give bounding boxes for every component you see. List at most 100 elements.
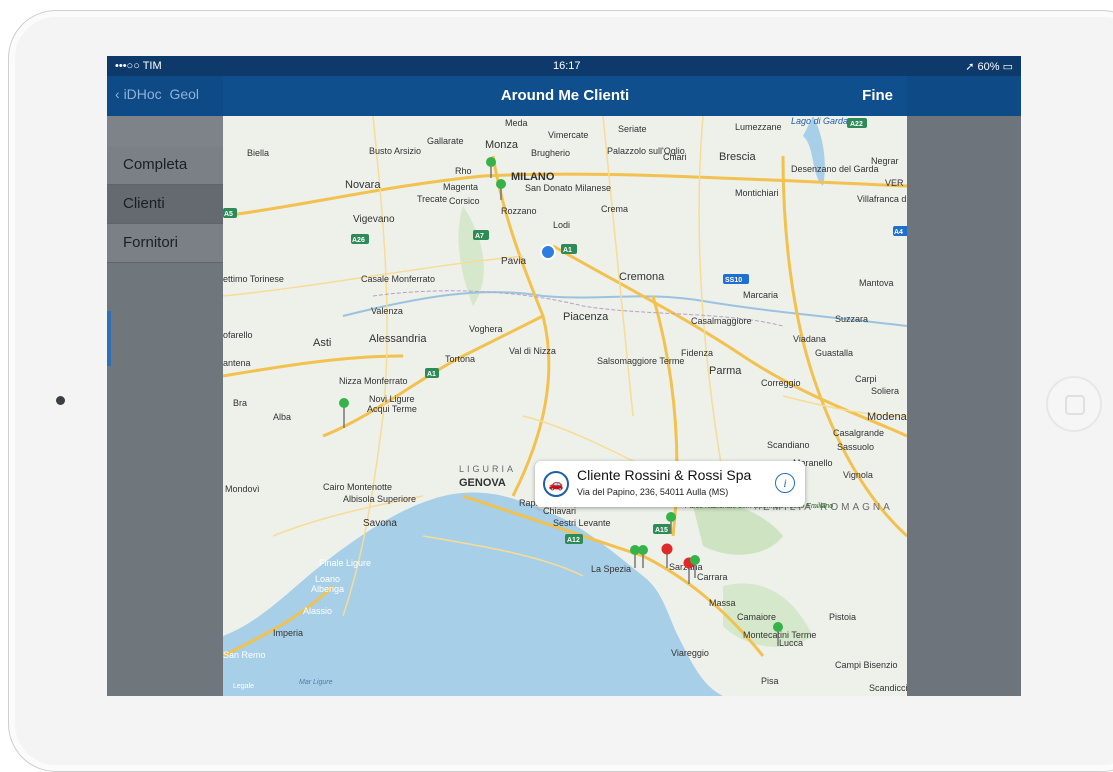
city-label: Brugherio [531,148,570,158]
client-name: Cliente Rossini & Rossi Spa [577,467,752,483]
city-label: Alessandria [369,333,427,345]
city-label: Alassio [303,606,332,616]
battery-label: ➚ 60% ▭ [965,61,1013,73]
city-label: Crema [601,204,628,214]
city-label: Trecate [417,194,447,204]
screen: •••○○ TIM 16:17 ➚ 60% ▭ ‹ iDHoc Geol Com… [107,56,1021,696]
city-label: San Donato Milanese [525,183,611,193]
shield-label: A22 [850,121,863,128]
city-label: San Remo [223,650,266,660]
shield-label: A12 [567,537,580,544]
legal-link: Legale [233,683,254,690]
shield-label: A15 [655,527,668,534]
parent-title: Geol [169,86,200,102]
client-address: Via del Papino, 236, 54011 Aulla (MS) [577,487,729,497]
shield-label: A4 [894,229,903,236]
segment-completa[interactable]: Completa [107,146,223,185]
city-label: Pistoia [829,612,856,622]
city-label: Soliera [871,386,899,396]
map-view[interactable]: Meda Vimercate Seriate Lumezzane Lago di… [223,116,907,696]
city-label: Mondovì [225,484,260,494]
city-label: Cremona [619,271,665,283]
city-label: Casalmaggiore [691,316,752,326]
city-label: Tortona [445,354,475,364]
city-label: Chiari [663,152,687,162]
city-label: Rho [455,166,472,176]
city-label: Fidenza [681,348,713,358]
city-label: Chiavari [543,506,576,516]
lake-label: Lago di Garda [791,116,848,126]
city-label: Suzzara [835,314,868,324]
shield-label: A7 [475,233,484,240]
city-label: Savona [363,518,397,529]
city-label: Voghera [469,324,503,334]
city-label: Cairo Montenotte [323,482,392,492]
city-label: Bra [233,398,247,408]
carrier-label: •••○○ TIM [115,60,162,72]
map-canvas[interactable]: Meda Vimercate Seriate Lumezzane Lago di… [223,116,907,696]
city-label: Asti [313,337,331,349]
shield-label: A26 [352,237,365,244]
region-label: LIGURIA [459,464,516,474]
car-directions-icon[interactable]: 🚗 [543,471,569,497]
city-label: Valenza [371,306,403,316]
user-location-dot [540,244,556,260]
info-icon[interactable]: i [775,473,795,493]
modal-title: Around Me Clienti [500,87,630,104]
city-label: Sestri Levante [553,518,611,528]
city-label: Lumezzane [735,122,782,132]
sea-label: Mar Ligure [299,679,333,686]
city-label: antena [223,358,251,368]
city-label: Novara [345,179,381,191]
city-label: Albenga [311,584,344,594]
city-label: Vignola [843,470,873,480]
city-label: Casalgrande [833,428,884,438]
city-label: Scandicci [869,683,907,693]
city-label: Modena [867,411,907,423]
city-label: Nizza Monferrato [339,376,408,386]
city-label: Novi Ligure [369,394,415,404]
client-callout[interactable]: 🚗 Cliente Rossini & Rossi Spa Via del Pa… [535,461,805,507]
city-label: Sassuolo [837,442,874,452]
city-label: Meda [505,118,528,128]
city-label: Salsomaggiore Terme [597,356,684,366]
city-label: Casale Monferrato [361,274,435,284]
back-button[interactable]: ‹ iDHoc Geol [115,86,199,102]
around-me-modal: Around Me Clienti Fine Meda Vimercate Se… [223,76,907,696]
city-label: Biella [247,148,269,158]
city-label: Acqui Terme [367,404,417,414]
city-label: GENOVA [459,477,506,489]
city-label: Viadana [793,334,826,344]
shield-label: SS10 [725,277,742,284]
city-label: Rozzano [501,206,537,216]
city-label: Lodi [553,220,570,230]
city-label: Carrara [697,572,728,582]
segment-list: Completa Clienti Fornitori [107,116,223,696]
city-label: MILANO [511,171,555,183]
city-label: Camaiore [737,612,776,622]
segment-fornitori[interactable]: Fornitori [107,224,223,263]
city-label: Mantova [859,278,894,288]
city-label: Gallarate [427,136,464,146]
modal-nav-bar: Around Me Clienti Fine [223,76,907,116]
city-label: Scandiano [767,440,810,450]
city-label: Loano [315,574,340,584]
city-label: Val di Nizza [509,346,556,356]
battery-percent: 60% [977,61,1000,73]
city-label: Desenzano del Garda [791,164,879,174]
shield-label: A5 [224,211,233,218]
segment-clienti[interactable]: Clienti [107,185,223,224]
done-button[interactable]: Fine [862,87,893,104]
status-time: 16:17 [553,60,581,72]
city-label: Pisa [761,676,779,686]
home-button[interactable] [1046,376,1102,432]
city-label: Piacenza [563,311,609,323]
city-label: Guastalla [815,348,853,358]
city-label: Parma [709,365,742,377]
shield-label: A1 [427,371,436,378]
city-label: Busto Arsizio [369,146,421,156]
city-label: VER [885,178,904,188]
segment-spacer [107,116,223,146]
city-label: Viareggio [671,648,709,658]
city-label: Pavia [501,256,526,267]
